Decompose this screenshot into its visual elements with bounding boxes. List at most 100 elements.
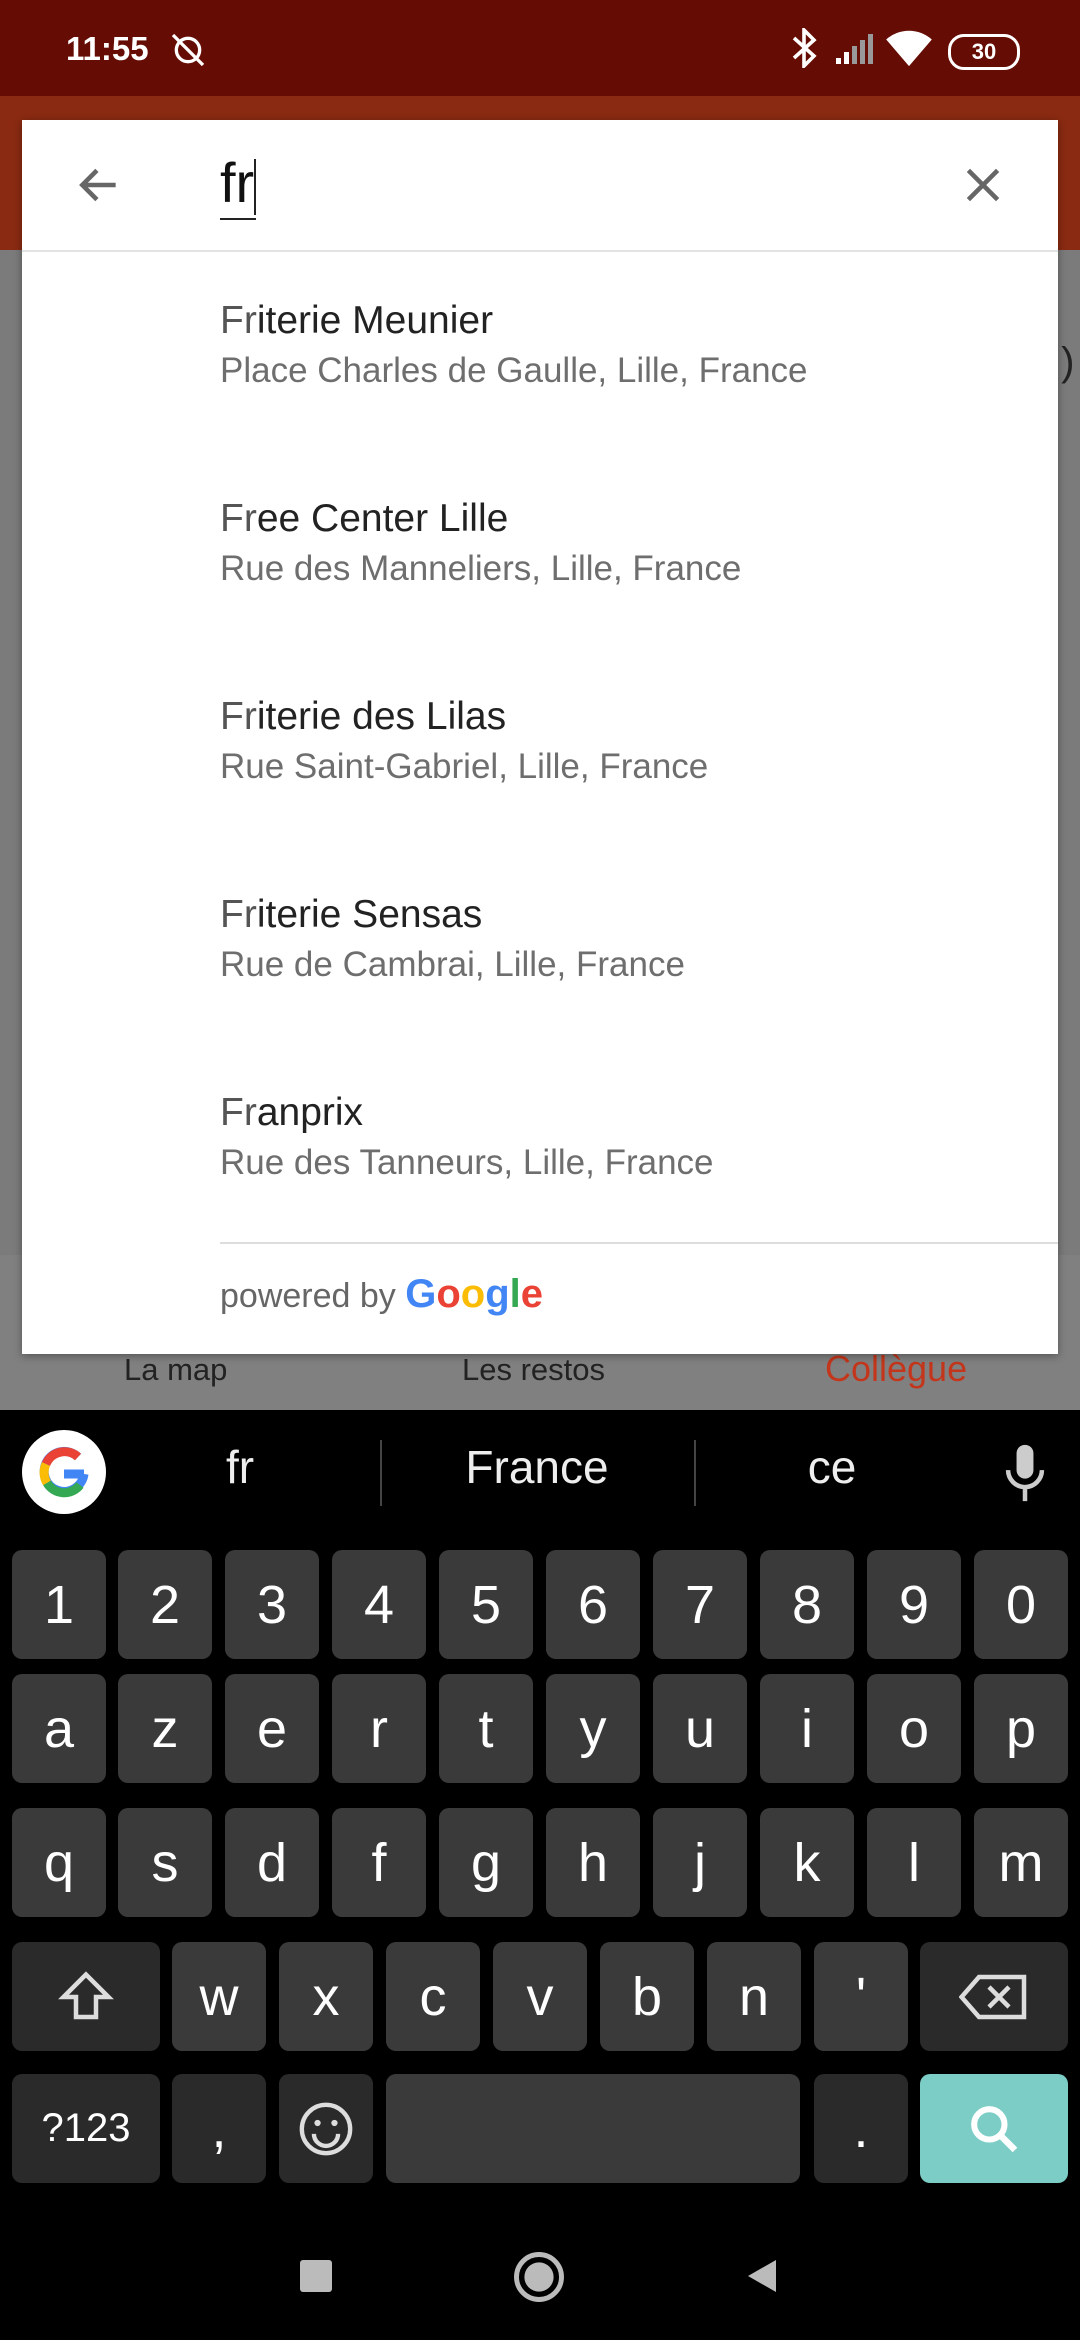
result-item[interactable]: Friterie Meunier Place Charles de Gaulle…: [220, 298, 808, 392]
nav-item-collegue[interactable]: Collègue: [825, 1348, 967, 1390]
suggestion-fr[interactable]: fr: [110, 1440, 370, 1494]
home-button[interactable]: [512, 2250, 566, 2304]
backspace-icon: [959, 1974, 1027, 2019]
key-9[interactable]: 9: [867, 1550, 961, 1659]
suggestion-france[interactable]: France: [407, 1440, 667, 1494]
result-item[interactable]: Franprix Rue des Tanneurs, Lille, France: [220, 1090, 714, 1184]
key-w[interactable]: w: [172, 1942, 266, 2051]
logo-letter: o: [460, 1272, 486, 1316]
search-icon: [971, 2105, 1018, 2152]
key-i[interactable]: i: [760, 1674, 854, 1783]
result-match: Fr: [220, 893, 257, 936]
key-p[interactable]: p: [974, 1674, 1068, 1783]
emoji-icon: [299, 2102, 353, 2155]
key-t[interactable]: t: [439, 1674, 533, 1783]
emoji-key[interactable]: [279, 2074, 373, 2183]
logo-letter: e: [520, 1272, 544, 1316]
nav-item-les-restos[interactable]: Les restos: [462, 1352, 605, 1388]
key-apostrophe[interactable]: ': [814, 1942, 908, 2051]
key-e[interactable]: e: [225, 1674, 319, 1783]
logo-letter: G: [405, 1272, 437, 1316]
key-d[interactable]: d: [225, 1808, 319, 1917]
key-c[interactable]: c: [386, 1942, 480, 2051]
back-button[interactable]: [740, 2256, 780, 2296]
suggestion-divider: [694, 1440, 696, 1506]
key-b[interactable]: b: [600, 1942, 694, 2051]
key-f[interactable]: f: [332, 1808, 426, 1917]
period-key[interactable]: .: [814, 2074, 908, 2183]
result-title-rest: anprix: [256, 1091, 364, 1134]
cellular-signal-icon: [836, 34, 873, 64]
result-match: Fr: [220, 695, 257, 738]
search-input[interactable]: fr: [220, 148, 257, 220]
key-a[interactable]: a: [12, 1674, 106, 1783]
key-1[interactable]: 1: [12, 1550, 106, 1659]
result-title-rest: iterie Sensas: [256, 893, 483, 936]
key-z[interactable]: z: [118, 1674, 212, 1783]
symbols-key[interactable]: ?123: [12, 2074, 160, 2183]
google-logo: Google: [405, 1272, 543, 1316]
key-m[interactable]: m: [974, 1808, 1068, 1917]
key-2[interactable]: 2: [118, 1550, 212, 1659]
key-v[interactable]: v: [493, 1942, 587, 2051]
search-bar: fr: [22, 120, 1058, 252]
key-o[interactable]: o: [867, 1674, 961, 1783]
key-j[interactable]: j: [653, 1808, 747, 1917]
status-time: 11:55: [66, 30, 149, 67]
key-q[interactable]: q: [12, 1808, 106, 1917]
battery-level: 30: [971, 39, 997, 64]
suggestion-ce[interactable]: ce: [702, 1440, 962, 1494]
powered-by-text: powered by: [220, 1277, 396, 1315]
google-g-icon[interactable]: [22, 1430, 106, 1514]
logo-letter: l: [509, 1272, 521, 1316]
autocomplete-panel: fr Friterie Meunier Place Charles de Gau…: [22, 120, 1058, 1354]
key-u[interactable]: u: [653, 1674, 747, 1783]
result-item[interactable]: Friterie Sensas Rue de Cambrai, Lille, F…: [220, 892, 685, 986]
suggestion-divider: [380, 1440, 382, 1506]
result-address: Rue des Tanneurs, Lille, France: [220, 1143, 714, 1182]
key-8[interactable]: 8: [760, 1550, 854, 1659]
powered-by-attribution: powered by Google: [220, 1272, 543, 1317]
key-7[interactable]: 7: [653, 1550, 747, 1659]
status-bar: 11:55 30: [0, 0, 1080, 96]
result-title: Friterie Sensas: [220, 892, 685, 938]
shift-key[interactable]: [12, 1942, 160, 2051]
result-title: Friterie des Lilas: [220, 694, 708, 740]
space-key[interactable]: [386, 2074, 800, 2183]
key-6[interactable]: 6: [546, 1550, 640, 1659]
result-address: Rue Saint-Gabriel, Lille, France: [220, 747, 709, 786]
back-arrow-icon[interactable]: [74, 160, 124, 210]
key-y[interactable]: y: [546, 1674, 640, 1783]
result-item[interactable]: Friterie des Lilas Rue Saint-Gabriel, Li…: [220, 694, 708, 788]
comma-key[interactable]: ,: [172, 2074, 266, 2183]
key-g[interactable]: g: [439, 1808, 533, 1917]
key-3[interactable]: 3: [225, 1550, 319, 1659]
key-h[interactable]: h: [546, 1808, 640, 1917]
divider: [220, 1242, 1058, 1244]
key-n[interactable]: n: [707, 1942, 801, 2051]
bluetooth-icon: [792, 28, 817, 68]
result-item[interactable]: Free Center Lille Rue des Manneliers, Li…: [220, 496, 741, 590]
result-title-rest: iterie Meunier: [256, 299, 494, 342]
backspace-key[interactable]: [920, 1942, 1068, 2051]
key-5[interactable]: 5: [439, 1550, 533, 1659]
recent-apps-button[interactable]: [300, 2260, 332, 2292]
key-k[interactable]: k: [760, 1808, 854, 1917]
shift-icon: [58, 1970, 114, 2019]
wifi-icon: [886, 30, 932, 67]
result-address: Rue de Cambrai, Lille, France: [220, 945, 685, 984]
logo-letter: o: [436, 1272, 461, 1316]
logo-letter: g: [485, 1272, 510, 1316]
key-0[interactable]: 0: [974, 1550, 1068, 1659]
key-r[interactable]: r: [332, 1674, 426, 1783]
key-4[interactable]: 4: [332, 1550, 426, 1659]
result-title: Franprix: [220, 1090, 714, 1136]
nav-item-la-map[interactable]: La map: [124, 1352, 227, 1388]
search-action-key[interactable]: [920, 2074, 1068, 2183]
microphone-icon[interactable]: [1004, 1442, 1046, 1504]
alarm-off-icon: [171, 33, 205, 67]
key-x[interactable]: x: [279, 1942, 373, 2051]
key-s[interactable]: s: [118, 1808, 212, 1917]
key-l[interactable]: l: [867, 1808, 961, 1917]
clear-icon[interactable]: [958, 160, 1008, 210]
